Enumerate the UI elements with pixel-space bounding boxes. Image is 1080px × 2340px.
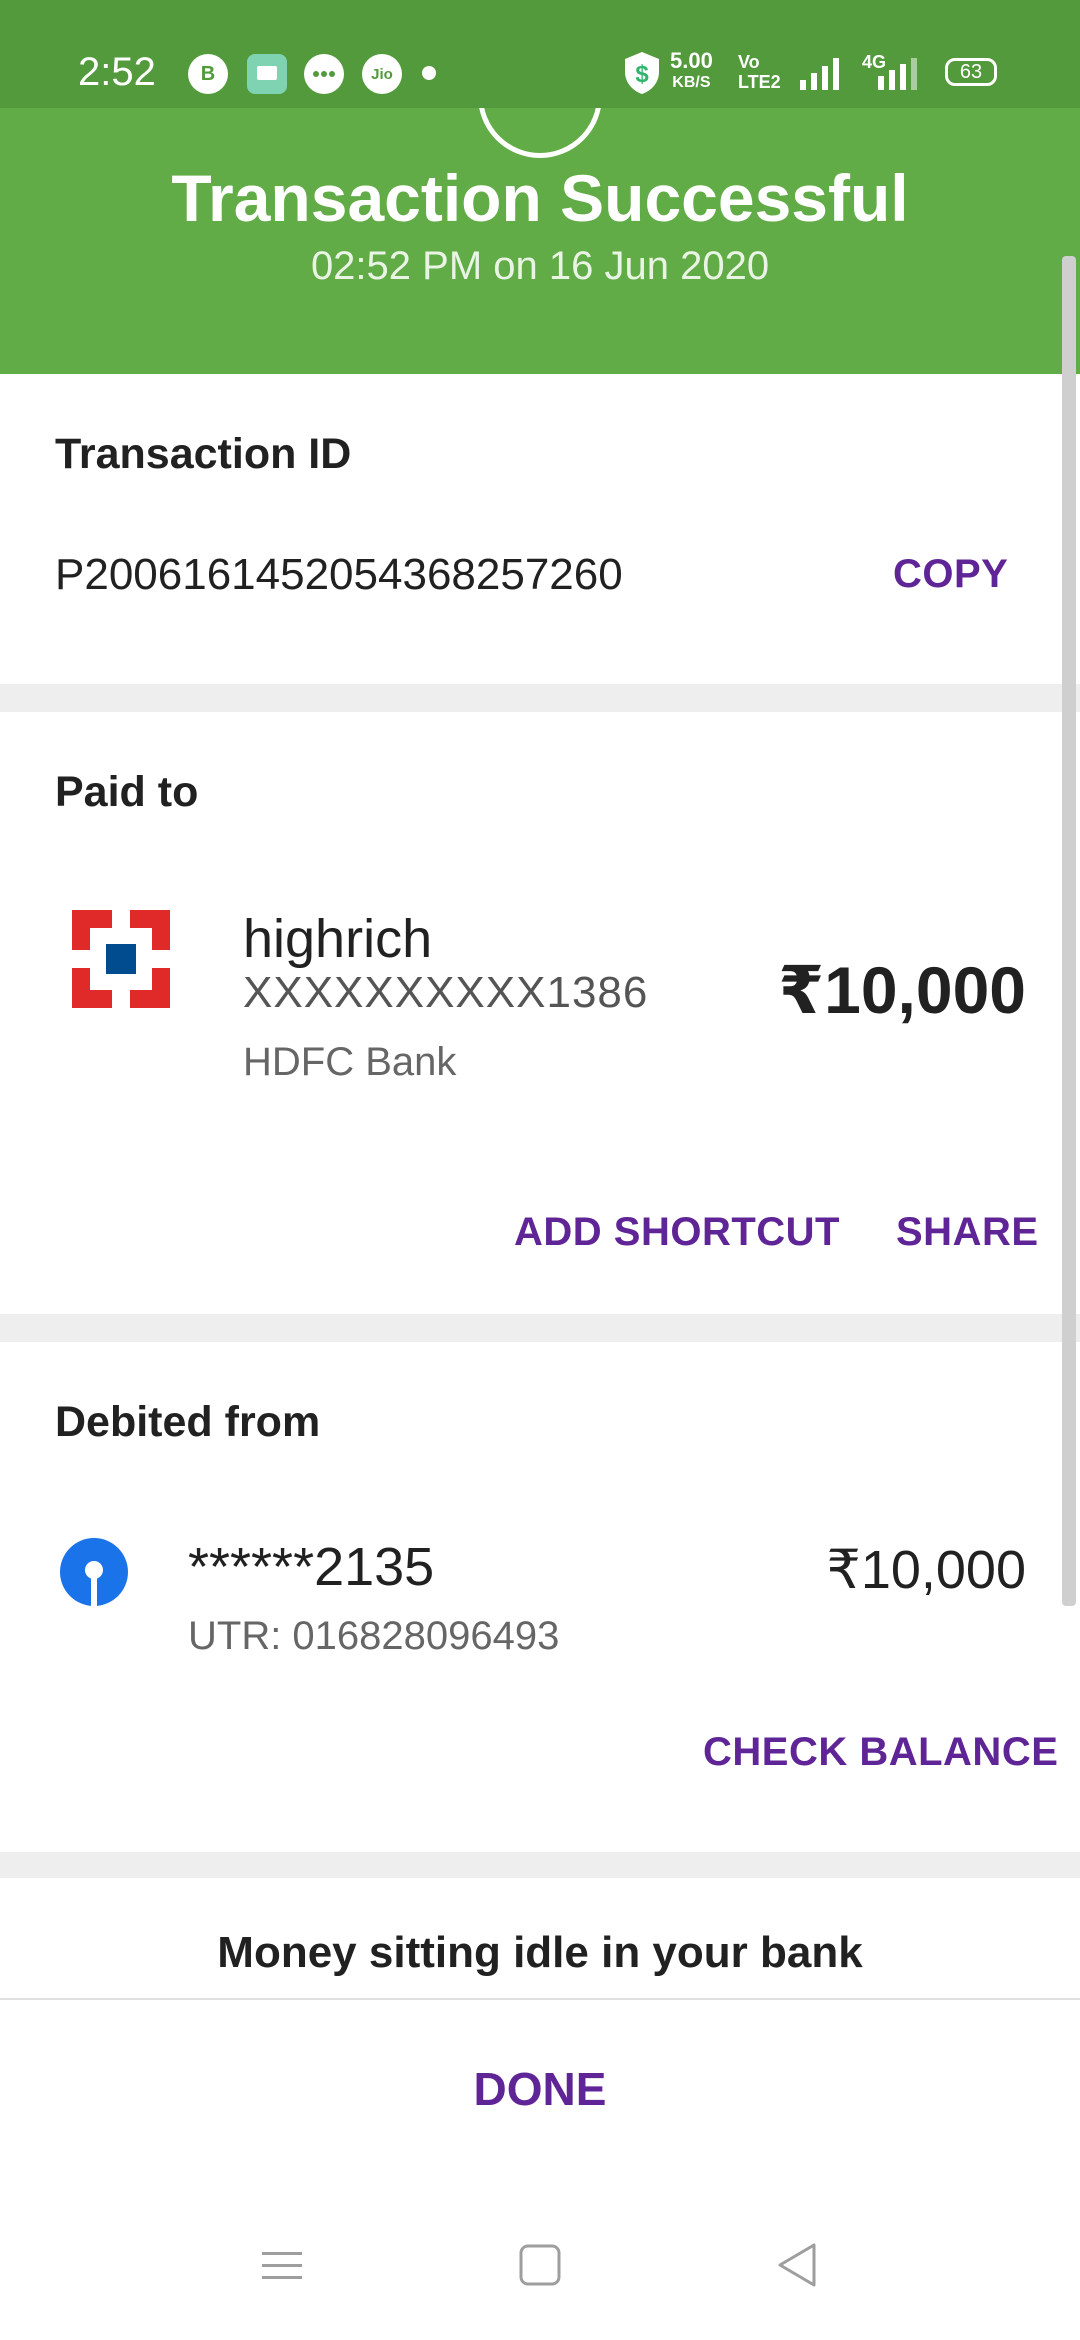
b-icon-label: B	[200, 62, 216, 85]
done-button[interactable]: DONE	[390, 2034, 690, 2144]
battery-icon: 63	[945, 58, 997, 86]
status-bar: 2:52 B Jio $ 5.00 KB/S Vo LTE2 4G 63	[0, 0, 1080, 108]
messages-icon	[247, 54, 287, 94]
jio-icon: Jio	[362, 54, 402, 94]
debited-from-card: Debited from ******2135 UTR: 01682809649…	[0, 1342, 1080, 1852]
debit-account-number: ******2135	[188, 1537, 435, 1597]
svg-text:$: $	[635, 61, 649, 88]
paid-to-card: Paid to highrich XXXXXXXXXX1386 HDFC Ban…	[0, 712, 1080, 1314]
payee-bank-name: HDFC Bank	[243, 1040, 457, 1084]
promo-text: Money sitting idle in your bank	[217, 1928, 863, 1977]
shield-icon: $	[625, 52, 659, 94]
hdfc-bank-logo	[72, 910, 170, 1008]
check-balance-button[interactable]: CHECK BALANCE	[703, 1730, 1058, 1775]
volte-sub: LTE2	[738, 72, 781, 92]
home-square-icon[interactable]	[510, 2240, 570, 2290]
net-speed: 5.00 KB/S	[670, 50, 713, 94]
share-button[interactable]: SHARE	[896, 1210, 1039, 1255]
transaction-datetime: 02:52 PM on 16 Jun 2020	[310, 244, 770, 288]
volte-indicator: Vo LTE2	[738, 52, 781, 92]
section-divider	[0, 684, 1080, 712]
success-check-icon	[478, 108, 602, 158]
success-header: Transaction Successful 02:52 PM on 16 Ju…	[0, 108, 1080, 374]
page-title: Transaction Successful	[171, 161, 909, 235]
chat-icon	[304, 54, 344, 94]
sbi-bank-logo	[60, 1538, 128, 1606]
net-speed-value: 5.00	[670, 48, 713, 73]
signal-icon	[800, 56, 839, 90]
volte-label: Vo	[738, 52, 760, 72]
utr-number: UTR: 016828096493	[188, 1614, 560, 1658]
transaction-id-value: P2006161452054368257260	[55, 550, 623, 599]
b-icon: B	[188, 54, 228, 94]
battery-level: 63	[959, 60, 983, 83]
signal-icon-2	[878, 56, 917, 90]
paid-to-title: Paid to	[55, 768, 199, 816]
system-navigation-bar	[0, 2190, 1080, 2340]
menu-icon[interactable]	[252, 2240, 312, 2290]
net-speed-unit: KB/S	[672, 74, 711, 91]
debited-from-title: Debited from	[55, 1398, 321, 1446]
transaction-id-card: Transaction ID P2006161452054368257260 C…	[0, 374, 1080, 684]
payee-account-number: XXXXXXXXXX1386	[243, 968, 649, 1017]
add-shortcut-button[interactable]: ADD SHORTCUT	[514, 1210, 840, 1255]
back-triangle-icon[interactable]	[768, 2240, 828, 2290]
paid-amount: ₹10,000	[778, 953, 1026, 1027]
status-time: 2:52	[78, 50, 156, 94]
copy-button[interactable]: COPY	[893, 552, 1008, 597]
jio-label: Jio	[371, 65, 393, 83]
payee-name: highrich	[243, 909, 433, 969]
bottom-action-bar: DONE	[0, 1998, 1080, 2190]
section-divider	[0, 1852, 1080, 1878]
scrollbar[interactable]	[1062, 256, 1076, 1606]
more-notifications-dot	[422, 66, 436, 80]
debited-amount: ₹10,000	[826, 1540, 1026, 1600]
section-divider	[0, 1314, 1080, 1342]
transaction-id-title: Transaction ID	[55, 430, 352, 478]
